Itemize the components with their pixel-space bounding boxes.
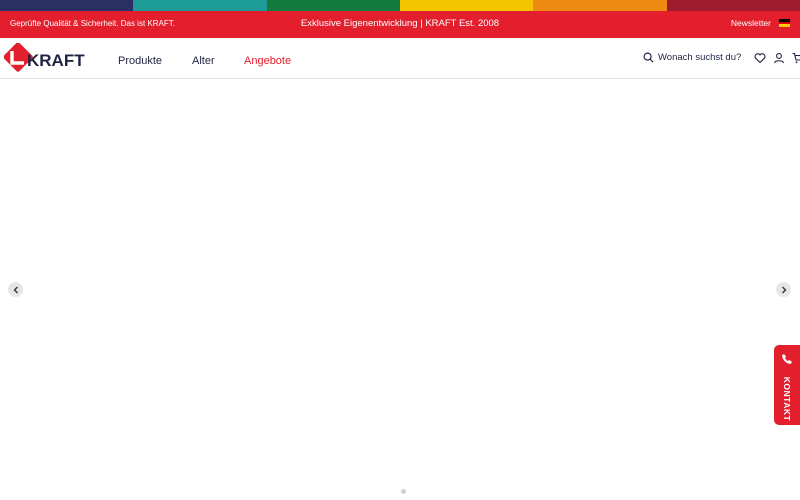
nav-alter[interactable]: Alter	[192, 55, 215, 67]
chevron-right-icon	[781, 286, 786, 293]
cart-icon[interactable]	[792, 52, 800, 64]
newsletter-link[interactable]: Newsletter	[731, 18, 771, 28]
stripe-segment	[533, 0, 667, 11]
site-header: KRAFT Produkte Alter Angebote Wonach suc…	[0, 38, 800, 79]
nav-produkte[interactable]: Produkte	[118, 55, 162, 67]
chevron-left-icon	[13, 286, 18, 293]
promo-center-text: Exklusive Eigenentwicklung | KRAFT Est. …	[300, 18, 500, 29]
promo-bar: Geprüfte Qualität & Sicherheit. Das ist …	[0, 11, 800, 38]
germany-flag-icon[interactable]	[779, 19, 790, 28]
logo-text: KRAFT	[27, 51, 85, 70]
user-icon[interactable]	[773, 52, 785, 64]
contact-label: KONTAKT	[782, 376, 792, 422]
stripe-segment	[667, 0, 800, 11]
nav-angebote[interactable]: Angebote	[244, 55, 291, 67]
slider-pagination-dot[interactable]	[401, 489, 406, 494]
newsletter-area: Newsletter	[731, 18, 790, 28]
phone-icon	[782, 354, 792, 364]
kraft-logo[interactable]: KRAFT	[4, 43, 100, 75]
color-stripe	[0, 0, 800, 11]
stripe-segment	[400, 0, 533, 11]
heart-icon[interactable]	[754, 52, 766, 64]
contact-tab[interactable]: KONTAKT	[774, 345, 800, 425]
hero-slider	[0, 79, 800, 500]
stripe-segment	[133, 0, 267, 11]
slider-next-button[interactable]	[776, 282, 791, 297]
search-icon	[643, 52, 654, 63]
search-placeholder: Wonach suchst du?	[658, 52, 742, 63]
search-trigger[interactable]: Wonach suchst du?	[643, 52, 741, 63]
slider-prev-button[interactable]	[8, 282, 23, 297]
stripe-segment	[0, 0, 133, 11]
stripe-segment	[267, 0, 400, 11]
